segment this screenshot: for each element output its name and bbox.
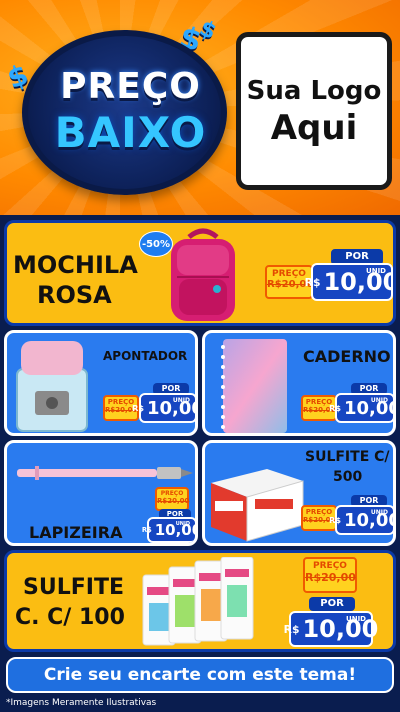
preco-baixo-badge: PREÇO BAIXO [22, 30, 227, 195]
create-flyer-button[interactable]: Crie seu encarte com este tema! [6, 657, 394, 693]
product-card-sulfite-500[interactable]: SULFITE C/ 500 PREÇO R$20,00 POR UNID R$… [202, 440, 396, 546]
unit-label: UNID [370, 397, 388, 404]
price-box: UNID R$ 10,00 [284, 611, 378, 647]
product-card-apontador[interactable]: APONTADOR PREÇO R$20,00 POR UNID R$ 10,0… [4, 330, 198, 436]
product-card-caderno[interactable]: CADERNO PREÇO R$20,00 POR UNID R$ 10,00 [202, 330, 396, 436]
unit-label: UNID [175, 521, 190, 527]
pencil-image [17, 466, 193, 480]
unit-label: UNID [346, 615, 366, 623]
product-card-lapizeira[interactable]: LAPIZEIRA PREÇO R$20,00 POR UNID R$ 10,0… [4, 440, 198, 546]
product-name-line2: ROSA [37, 281, 112, 309]
old-price-box: PREÇO R$20,00 [303, 557, 357, 593]
price-box: UNID R$ 10,00 [329, 393, 393, 423]
price-box: UNID R$ 10,00 [142, 517, 195, 543]
por-label: POR [309, 597, 355, 611]
dollar-icon: $ [195, 15, 220, 46]
product-name-line1: MOCHILA [13, 251, 138, 279]
product-name: CADERNO [303, 347, 391, 366]
product-name-line1: SULFITE [23, 575, 124, 600]
currency-label: R$ [329, 515, 341, 525]
preco-label: PREÇO [313, 561, 347, 571]
product-name-line1: SULFITE C/ [305, 449, 390, 465]
product-name-line2: C. C/ 100 [15, 605, 125, 630]
header-banner: $ $ $ PREÇO BAIXO Sua Logo Aqui [0, 0, 400, 215]
notebook-image [221, 339, 287, 433]
price-value: 10,00 [302, 615, 379, 643]
currency-label: R$ [283, 622, 300, 636]
unit-label: UNID [370, 509, 388, 516]
product-name: LAPIZEIRA [29, 523, 123, 542]
currency-label: R$ [304, 275, 321, 289]
product-card-mochila[interactable]: MOCHILA ROSA -50% PREÇO R$20,00 POR UNID… [4, 220, 396, 326]
old-price-box: PREÇO R$20,00 [155, 487, 189, 511]
price-box: UNID R$ 10,00 [132, 393, 195, 423]
sharpener-image [16, 341, 88, 432]
badge-title-baixo: BAIXO [54, 108, 207, 157]
unit-label: UNID [172, 397, 190, 404]
product-card-sulfite-100[interactable]: SULFITE C. C/ 100 PREÇO R$20,00 POR UNID [4, 550, 396, 652]
unit-label: UNID [366, 267, 386, 275]
currency-label: R$ [132, 403, 144, 413]
logo-placeholder[interactable]: Sua Logo Aqui [236, 32, 392, 190]
discount-badge: -50% [139, 231, 173, 257]
old-price: R$20,00 [157, 497, 190, 505]
badge-title-preco: PREÇO [60, 66, 201, 107]
paper-packs-image [142, 557, 254, 646]
logo-text-line2: Aqui [270, 108, 358, 148]
product-name-line2: 500 [333, 469, 363, 485]
currency-label: R$ [329, 403, 341, 413]
logo-text-line1: Sua Logo [246, 76, 382, 106]
price-box: UNID R$ 10,00 [329, 505, 393, 535]
price-box: UNID R$ 10,00 [305, 263, 393, 301]
product-name: APONTADOR [103, 349, 188, 363]
paper-box-image [211, 469, 304, 542]
currency-label: R$ [141, 526, 152, 534]
preco-label: PREÇO [160, 490, 184, 497]
old-price: R$20,00 [305, 571, 356, 584]
disclaimer-text: *Imagens Meramente Ilustrativas [6, 698, 157, 708]
